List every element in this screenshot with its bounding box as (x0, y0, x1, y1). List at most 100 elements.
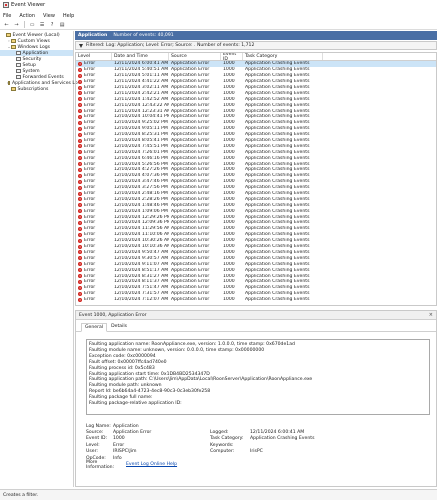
cell-date: 12/11/2024 1:42:52 AM (114, 96, 169, 102)
folder-icon[interactable]: ▭ (29, 21, 36, 28)
cell-event-id: 1000 (223, 202, 235, 208)
cell-level: ! Error (76, 114, 112, 119)
cell-date: 12/10/2024 11:29:56 AM (114, 226, 169, 232)
error-icon: ! (78, 179, 82, 184)
menu-view[interactable]: View (43, 13, 55, 19)
cell-event-id: 1000 (223, 273, 235, 279)
column-task-category[interactable]: Task Category (243, 53, 323, 60)
cell-task-category: Application Crashing Events (245, 273, 310, 279)
cell-task-category: Application Crashing Events (245, 196, 310, 202)
table-row[interactable]: ! Error 12/10/2024 7:12:07 AM Application E… (76, 297, 436, 303)
cell-level: ! Error (76, 244, 112, 249)
back-icon[interactable]: ← (3, 21, 10, 28)
error-icon: ! (78, 103, 82, 108)
cell-task-category: Application Crashing Events (245, 120, 310, 126)
cell-source: Application Error (171, 249, 210, 255)
prop-label: Keywords: (210, 442, 234, 448)
cell-level: ! Error (76, 97, 112, 102)
forward-icon[interactable]: → (13, 21, 20, 28)
prop-label: Logged: (210, 430, 229, 436)
cell-task-category: Application Crashing Events (245, 261, 310, 267)
cell-level: ! Error (76, 297, 112, 302)
navigation-tree: Event Viewer (Local) › Custom Views ⌄ Window… (0, 31, 78, 487)
cell-event-id: 1000 (223, 161, 235, 167)
close-icon[interactable]: × (429, 312, 433, 318)
column-date[interactable]: Date and Time (112, 53, 169, 60)
cell-source: Application Error (171, 285, 210, 291)
error-icon: ! (78, 162, 82, 167)
cell-source: Application Error (171, 267, 210, 273)
tab-details[interactable]: Details (108, 323, 130, 331)
cell-event-id: 1000 (223, 96, 235, 102)
prop-logged: 12/11/2024 6:00:41 AM (250, 430, 305, 436)
column-source[interactable]: Source (169, 53, 221, 60)
event-viewer-icon (3, 2, 9, 8)
cell-event-id: 1000 (223, 208, 235, 214)
level-text: Error (84, 138, 96, 144)
error-icon: ! (78, 79, 82, 84)
cell-task-category: Application Crashing Events (245, 208, 310, 214)
cell-task-category: Application Crashing Events (245, 220, 310, 226)
cell-event-id: 1000 (223, 143, 235, 149)
error-icon: ! (78, 297, 82, 302)
cell-event-id: 1000 (223, 185, 235, 191)
error-icon: ! (78, 114, 82, 119)
level-text: Error (84, 120, 96, 126)
panel-icon[interactable]: ▤ (59, 21, 66, 28)
menu-help[interactable]: Help (63, 13, 74, 19)
level-text: Error (84, 249, 96, 255)
cell-event-id: 1000 (223, 232, 235, 238)
log-icon (16, 68, 21, 74)
column-event-id[interactable]: Event ID (221, 53, 243, 62)
cell-source: Application Error (171, 79, 210, 85)
cell-source: Application Error (171, 279, 210, 285)
cell-date: 12/10/2024 11:10:06 AM (114, 232, 169, 238)
message-line: Faulting package-relative application ID… (89, 401, 182, 407)
tree-node[interactable]: Subscriptions (0, 86, 73, 92)
cell-date: 12/10/2024 10:04:41 PM (114, 114, 169, 120)
cell-source: Application Error (171, 273, 210, 279)
cell-task-category: Application Crashing Events (245, 85, 310, 90)
event-message-box[interactable]: Faulting application name: RoonAppliance… (86, 339, 430, 415)
prop-label: User: (86, 449, 98, 455)
level-text: Error (84, 102, 96, 108)
tab-general[interactable]: General (81, 323, 108, 332)
cell-event-id: 1000 (223, 155, 235, 161)
list-view-icon[interactable]: ☰ (39, 21, 46, 28)
level-text: Error (84, 73, 96, 79)
level-text: Error (84, 232, 96, 238)
error-icon: ! (78, 191, 82, 196)
error-icon: ! (78, 156, 82, 161)
column-level[interactable]: Level (76, 53, 112, 60)
event-properties: Log Name: Application Source: Applicatio… (86, 423, 426, 470)
cell-date: 12/10/2024 8:25:31 PM (114, 132, 168, 138)
cell-task-category: Application Crashing Events (245, 279, 310, 285)
error-icon: ! (78, 203, 82, 208)
menu-action[interactable]: Action (19, 13, 35, 19)
cell-task-category: Application Crashing Events (245, 267, 310, 273)
cell-source: Application Error (171, 149, 210, 155)
prop-label: Log Name: (86, 423, 111, 429)
cell-level: ! Error (76, 268, 112, 273)
log-icon (16, 56, 21, 62)
cell-date: 12/10/2024 8:31:27 AM (114, 273, 169, 279)
prop-event-id: 1000 (113, 436, 125, 442)
cell-level: ! Error (76, 285, 112, 290)
cell-source: Application Error (171, 114, 210, 120)
help-icon[interactable]: ? (49, 21, 56, 28)
filter-text: Filtered: Log: Application; Level: Error… (86, 43, 255, 48)
cell-event-id: 1000 (223, 173, 235, 179)
menu-file[interactable]: File (3, 13, 11, 19)
table-body: ! Error 12/11/2024 6:00:41 AM Application E… (76, 61, 436, 303)
cell-task-category: Application Crashing Events (245, 179, 310, 185)
cell-event-id: 1000 (223, 73, 235, 79)
level-text: Error (84, 226, 96, 232)
cell-source: Application Error (171, 155, 210, 161)
online-help-link[interactable]: Event Log Online Help (126, 462, 177, 467)
error-icon: ! (78, 144, 82, 149)
prop-opcode: Info (113, 455, 122, 461)
cell-task-category: Application Crashing Events (245, 238, 310, 244)
tree-node-label: Security (22, 56, 42, 62)
cell-date: 12/10/2024 8:11:37 AM (114, 279, 169, 285)
cell-level: ! Error (76, 126, 112, 131)
